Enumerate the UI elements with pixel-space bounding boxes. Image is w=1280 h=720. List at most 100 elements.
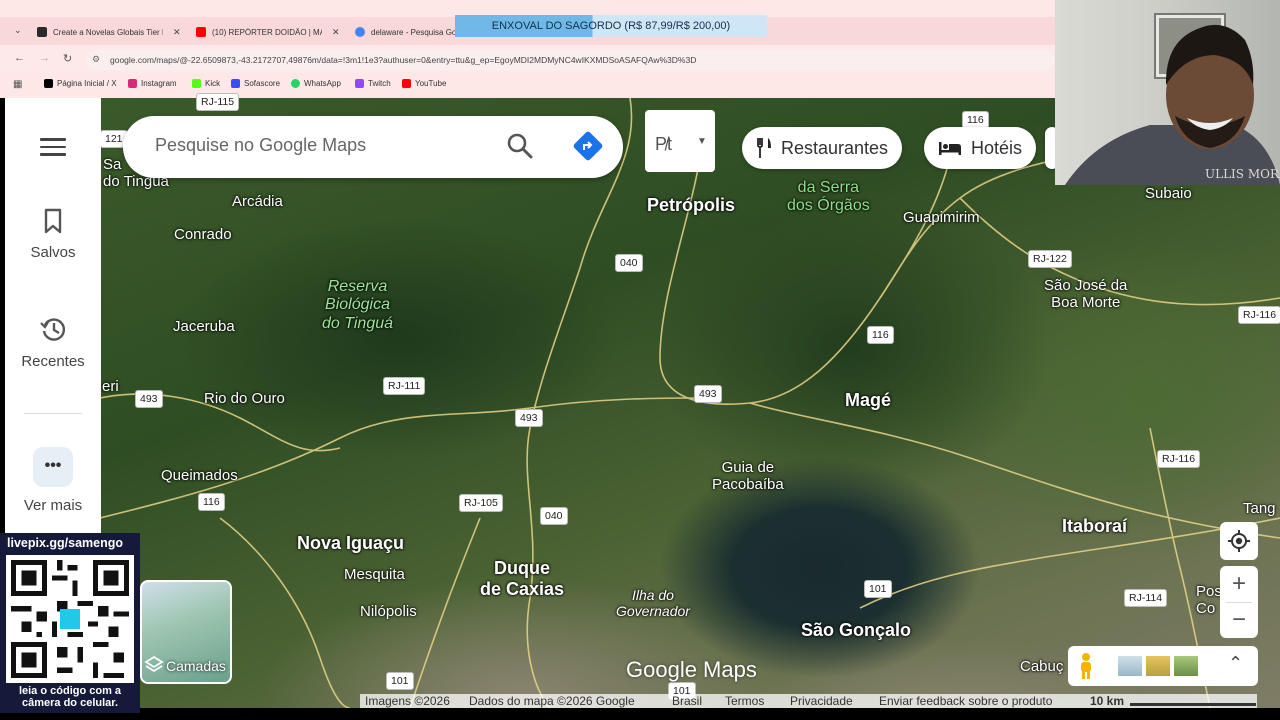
terrain-thumb-icon[interactable] xyxy=(1118,656,1142,676)
road-shield: RJ-115 xyxy=(196,93,240,111)
layers-button[interactable]: Camadas xyxy=(140,580,232,684)
saved-button[interactable]: Salvos xyxy=(5,208,101,261)
bookmark-label: WhatsApp xyxy=(304,79,341,88)
hotels-chip[interactable]: Hotéis xyxy=(924,127,1037,169)
google-maps-logo: Google Maps xyxy=(626,657,757,682)
expand-up-icon[interactable]: ⌃ xyxy=(1228,653,1243,674)
place-label[interactable]: Subaio xyxy=(1145,185,1192,202)
place-label[interactable]: Ilha do Governador xyxy=(616,587,690,619)
bookmark-label: Página Inicial / X xyxy=(57,79,117,88)
recent-button[interactable]: Recentes xyxy=(5,315,101,370)
fork-knife-icon xyxy=(757,138,771,158)
bookmark-instagram[interactable]: Instagram xyxy=(128,79,177,88)
road-shield: RJ-111 xyxy=(383,377,426,395)
road-shield: 040 xyxy=(540,507,568,525)
road-shield: 116 xyxy=(198,493,225,511)
layers-label: Camadas xyxy=(166,658,226,674)
chevron-down-icon[interactable]: ▼ xyxy=(697,136,707,147)
satellite-thumb-icon[interactable] xyxy=(1174,656,1198,676)
map-bottom-tray: ⌃ xyxy=(1068,646,1258,686)
back-icon[interactable]: ← xyxy=(14,52,25,64)
tab-1[interactable]: (10) REPÓRTER DOIDÃO | MAG ✕ xyxy=(196,20,341,44)
tab-2[interactable]: delaware - Pesquisa Go xyxy=(355,20,455,44)
road-shield: RJ-122 xyxy=(1028,250,1072,268)
forward-icon[interactable]: → xyxy=(39,52,50,64)
tab-close-icon[interactable]: ✕ xyxy=(332,27,340,38)
privacy-link[interactable]: Privacidade xyxy=(790,694,853,708)
place-label[interactable]: Rio do Ouro xyxy=(204,390,285,407)
road-shield: 101 xyxy=(386,672,414,690)
place-label[interactable]: Guia de Pacobaíba xyxy=(712,459,784,494)
qr-code-icon xyxy=(6,555,134,683)
pegman-icon[interactable] xyxy=(1076,652,1096,680)
feedback-link[interactable]: Enviar feedback sobre o produto xyxy=(879,694,1052,708)
tab-favicon-icon xyxy=(355,27,365,37)
url-text: google.com/maps/@-22.6509873,-43.2172707… xyxy=(110,55,697,65)
place-label[interactable]: Arcádia xyxy=(232,193,283,210)
place-label[interactable]: Reserva Biológica do Tinguá xyxy=(322,278,393,333)
place-label[interactable]: Jaceruba xyxy=(173,318,235,335)
place-label[interactable]: Magé xyxy=(845,390,891,411)
place-label[interactable]: Guapimirim xyxy=(903,209,980,226)
site-info-icon[interactable]: ⚙ xyxy=(92,54,100,65)
zoom-out-icon[interactable]: − xyxy=(1220,602,1258,638)
recent-label: Recentes xyxy=(21,353,85,370)
instagram-icon xyxy=(128,79,137,88)
bookmark-sofascore[interactable]: Sofascore xyxy=(231,79,280,88)
place-label[interactable]: Queimados xyxy=(161,467,238,484)
place-label[interactable]: Conrado xyxy=(174,226,232,243)
place-label[interactable]: Cabuç xyxy=(1020,658,1063,675)
search-input[interactable] xyxy=(155,135,485,156)
place-label[interactable]: Itaboraí xyxy=(1062,516,1127,537)
layers-icon xyxy=(144,655,164,673)
place-label[interactable]: Duque de Caxias xyxy=(480,558,564,599)
search-box[interactable] xyxy=(123,116,623,178)
hamburger-menu-icon[interactable] xyxy=(40,138,66,158)
my-location-button[interactable] xyxy=(1220,522,1258,560)
zoom-in-icon[interactable]: + xyxy=(1220,566,1258,602)
place-label[interactable]: São Gonçalo xyxy=(801,620,911,641)
place-label[interactable]: Petrópolis xyxy=(647,195,735,216)
donation-goal-banner: ENXOVAL DO SAGORDO (R$ 87,99/R$ 200,00) xyxy=(455,15,767,37)
directions-icon[interactable] xyxy=(572,130,604,162)
tab-favicon-icon xyxy=(196,27,206,37)
bookmark-youtube[interactable]: YouTube xyxy=(402,79,446,88)
crosshair-icon xyxy=(1228,530,1250,552)
bookmark-label: Twitch xyxy=(368,79,391,88)
tab-search-chevron-icon[interactable]: ⌄ xyxy=(14,25,22,36)
streamer-webcam: ULLIS MORALES xyxy=(1055,0,1280,185)
search-icon[interactable] xyxy=(505,131,535,161)
place-label[interactable]: Nilópolis xyxy=(360,603,417,620)
traffic-thumb-icon[interactable] xyxy=(1146,656,1170,676)
place-label[interactable]: eri xyxy=(102,378,119,395)
bookmark-twitch[interactable]: Twitch xyxy=(355,79,391,88)
more-label[interactable]: Ver mais xyxy=(5,497,101,514)
tab-close-icon[interactable]: ✕ xyxy=(173,27,181,38)
apps-grid-icon[interactable]: ▦ xyxy=(13,79,22,90)
transit-toggle[interactable]: P̸t ▼ xyxy=(645,110,715,172)
place-label[interactable]: Tang xyxy=(1243,500,1276,517)
place-label[interactable]: Pos Co xyxy=(1196,583,1222,618)
transit-icon: P̸t xyxy=(655,134,673,154)
road-shield: 116 xyxy=(867,326,894,344)
place-label[interactable]: São José da Boa Morte xyxy=(1044,277,1127,312)
bookmark-whatsapp[interactable]: WhatsApp xyxy=(291,79,341,88)
restaurants-label: Restaurantes xyxy=(781,137,889,158)
streamer-person-image: ULLIS MORALES xyxy=(1065,13,1280,185)
zoom-control[interactable]: + − xyxy=(1220,566,1258,638)
terms-link[interactable]: Termos xyxy=(725,694,764,708)
bookmark-x[interactable]: Página Inicial / X xyxy=(44,79,117,88)
donation-goal-text: ENXOVAL DO SAGORDO (R$ 87,99/R$ 200,00) xyxy=(491,20,731,32)
place-label[interactable]: Mesquita xyxy=(344,566,405,583)
reload-icon[interactable]: ↻ xyxy=(63,52,72,65)
country-link[interactable]: Brasil xyxy=(672,694,702,708)
restaurants-chip[interactable]: Restaurantes xyxy=(742,127,903,169)
imagery-credit: Imagens ©2026 xyxy=(365,694,450,708)
address-bar[interactable]: ⚙ google.com/maps/@-22.6509873,-43.21727… xyxy=(86,50,1055,70)
tab-0[interactable]: Create a Novelas Globais Tier L ✕ xyxy=(37,20,182,44)
hotels-label: Hotéis xyxy=(971,137,1023,158)
more-options-icon[interactable]: ••• xyxy=(33,447,73,487)
place-label[interactable]: Nova Iguaçu xyxy=(297,533,404,554)
bookmark-kick[interactable]: Kick xyxy=(192,79,220,88)
place-label[interactable]: da Serra dos Órgãos xyxy=(787,179,870,216)
